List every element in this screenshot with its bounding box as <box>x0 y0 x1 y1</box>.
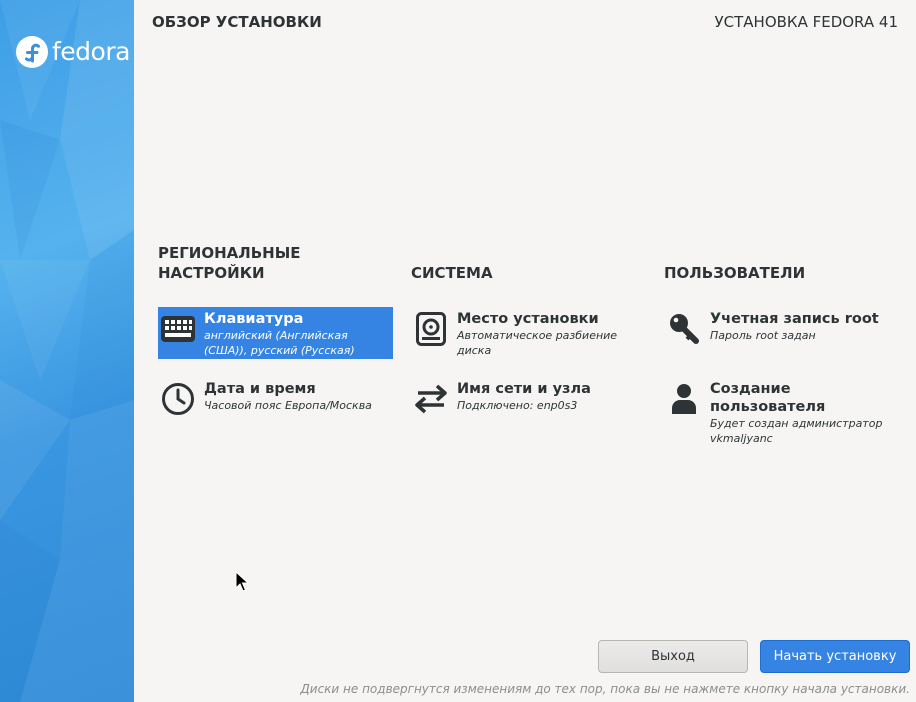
logo-text: fedora <box>52 37 130 66</box>
spoke-root-account[interactable]: Учетная запись root Пароль root задан <box>664 307 909 349</box>
keyboard-icon <box>160 311 196 347</box>
fedora-mark-icon <box>16 36 48 68</box>
spoke-title: Место установки <box>457 311 599 327</box>
category-localization: РЕГИОНАЛЬНЫЕ НАСТРОЙКИ <box>158 243 398 283</box>
category-users: ПОЛЬЗОВАТЕЛИ <box>664 243 904 283</box>
quit-button[interactable]: Выход <box>598 640 748 673</box>
page-title: ОБЗОР УСТАНОВКИ <box>152 13 322 31</box>
sidebar: fedora <box>0 0 134 702</box>
spoke-status: Пароль root задан <box>710 329 816 342</box>
disk-icon <box>413 311 449 347</box>
spoke-status: Будет создан администратор vkmaljyanc <box>710 417 883 445</box>
category-heading: ПОЛЬЗОВАТЕЛИ <box>664 264 806 282</box>
category-heading: СИСТЕМА <box>411 264 493 282</box>
spoke-title: Имя сети и узла <box>457 381 591 397</box>
spoke-status: английский (Английская (США)), русский (… <box>204 329 355 357</box>
key-icon <box>666 311 702 347</box>
spoke-title: Создание пользователя <box>710 381 826 415</box>
product-title: УСТАНОВКА FEDORA 41 <box>714 13 899 31</box>
footer-note: Диски не подвергнутся изменениям до тех … <box>300 682 910 696</box>
spoke-datetime[interactable]: Дата и время Часовой пояс Европа/Москва <box>158 377 393 419</box>
fedora-logo: fedora <box>16 36 130 68</box>
spoke-title: Клавиатура <box>204 311 304 327</box>
spoke-status: Подключено: enp0s3 <box>457 399 578 412</box>
sidebar-pattern <box>0 0 134 702</box>
spoke-title: Учетная запись root <box>710 311 879 327</box>
category-system: СИСТЕМА <box>411 243 651 283</box>
spoke-status: Часовой пояс Европа/Москва <box>204 399 372 412</box>
spoke-network[interactable]: Имя сети и узла Подключено: enp0s3 <box>411 377 646 419</box>
spoke-status: Автоматическое разбиение диска <box>457 329 618 357</box>
spoke-title: Дата и время <box>204 381 316 397</box>
user-icon <box>666 381 702 417</box>
network-arrows-icon <box>413 381 449 417</box>
clock-icon <box>160 381 196 417</box>
category-heading: РЕГИОНАЛЬНЫЕ НАСТРОЙКИ <box>158 244 301 282</box>
spoke-installation-destination[interactable]: Место установки Автоматическое разбиение… <box>411 307 646 360</box>
spoke-user-creation[interactable]: Создание пользователя Будет создан админ… <box>664 377 909 448</box>
mouse-cursor-icon <box>235 571 249 592</box>
begin-installation-button[interactable]: Начать установку <box>760 640 910 673</box>
spoke-keyboard[interactable]: Клавиатура английский (Английская (США))… <box>158 307 393 359</box>
